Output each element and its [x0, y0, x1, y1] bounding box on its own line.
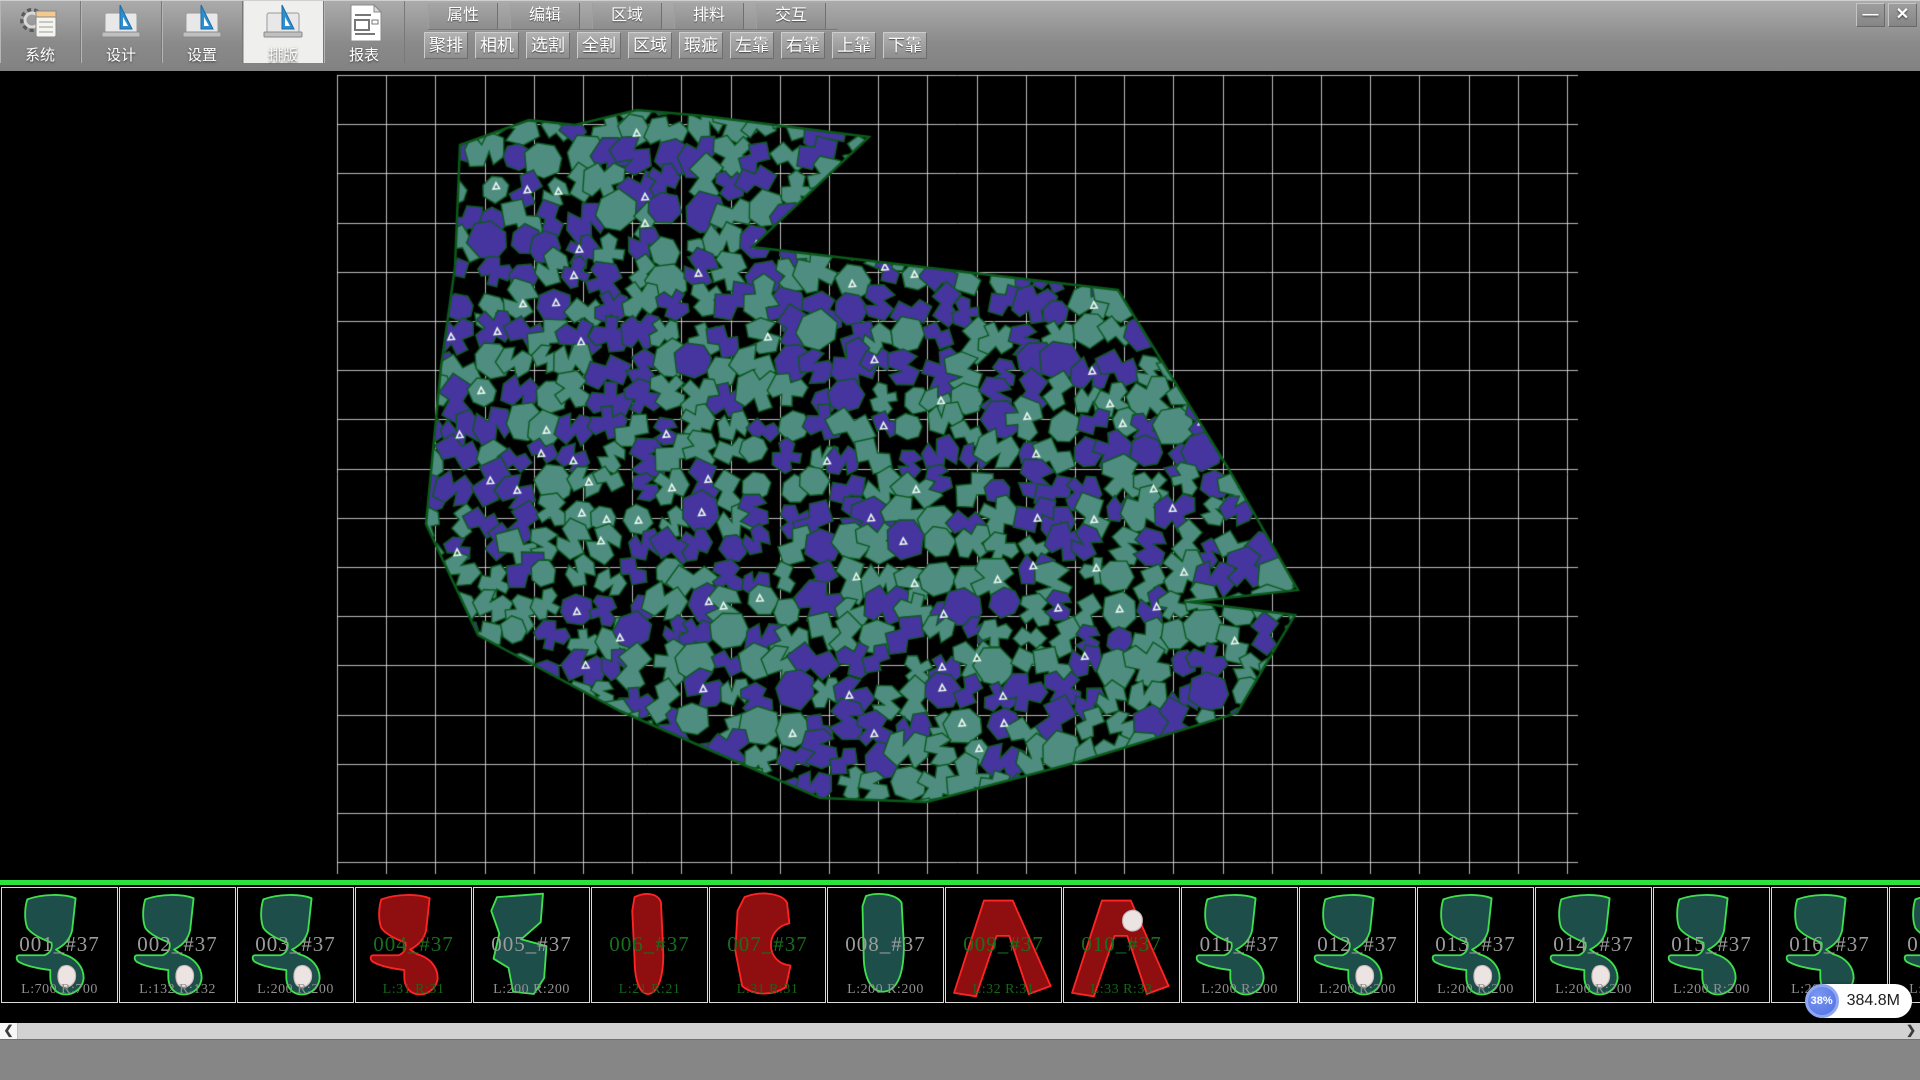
horizontal-scrollbar[interactable]: ❮ ❯ [0, 1023, 1920, 1039]
piece-lr-label: L:200 R:200 [1536, 982, 1651, 998]
piece-id-label: 012_#37 [1300, 932, 1415, 957]
piece-lr-label: L:31 R:31 [356, 982, 471, 998]
app-tab-bar: 系统 设计 设置 排版 报表 [0, 1, 405, 63]
tool-button-5[interactable]: 区域 [628, 32, 672, 59]
piece-thumbnail-3[interactable]: 003_#37 L:200 R:200 [237, 887, 354, 1003]
piece-id-label: 004_#37 [356, 932, 471, 957]
piece-thumbnail-6[interactable]: 006_#37 L:21 R:21 [591, 887, 708, 1003]
piece-id-label: 009_#37 [946, 932, 1061, 957]
piece-thumbnail-2[interactable]: 002_#37 L:132 R:132 [119, 887, 236, 1003]
piece-id-label: 001_#37 [2, 932, 117, 957]
piece-thumbnail-10[interactable]: 010_#37 L:33 R:33 [1063, 887, 1180, 1003]
piece-thumbnail-13[interactable]: 013_#37 L:200 R:200 [1417, 887, 1534, 1003]
piece-lr-label: L:200 R:200 [238, 982, 353, 998]
piece-lr-label: L:200 R:200 [1654, 982, 1769, 998]
piece-thumbnail-5[interactable]: 005_#37 L:200 R:200 [473, 887, 590, 1003]
piece-thumbnail-12[interactable]: 012_#37 L:200 R:200 [1299, 887, 1416, 1003]
tool-button-3[interactable]: 选割 [526, 32, 570, 59]
piece-thumbnail-7[interactable]: 007_#37 L:31 R:31 [709, 887, 826, 1003]
piece-lr-label: L:700 R:700 [2, 982, 117, 998]
app-tab-3[interactable]: 设置 [162, 1, 243, 63]
piece-lr-label: L:132 R:132 [120, 982, 235, 998]
piece-id-label: 016_#37 [1772, 932, 1887, 957]
app-tab-4[interactable]: 排版 [243, 1, 324, 63]
scroll-right-icon[interactable]: ❯ [1902, 1023, 1920, 1039]
piece-thumbnail-11[interactable]: 011_#37 L:200 R:200 [1181, 887, 1298, 1003]
piece-id-label: 011_#37 [1182, 932, 1297, 957]
app-tab-label: 系统 [25, 44, 55, 65]
menu-item-5[interactable]: 交互 [756, 3, 826, 29]
app-tab-label: 排版 [268, 44, 298, 65]
piece-id-label: 002_#37 [120, 932, 235, 957]
memory-status-pill: 38% 384.8M [1807, 984, 1912, 1018]
piece-thumbnail-strip: 001_#37 L:700 R:700 002_#37 L:132 R:132 … [0, 880, 1920, 1023]
piece-id-label: 015_#37 [1654, 932, 1769, 957]
piece-thumbnail-14[interactable]: 014_#37 L:200 R:200 [1535, 887, 1652, 1003]
tool-button-9[interactable]: 上靠 [832, 32, 876, 59]
minimize-button[interactable]: — [1856, 3, 1885, 27]
piece-lr-label: L:33 R:33 [1064, 982, 1179, 998]
menu-item-2[interactable]: 编辑 [510, 3, 580, 29]
tool-button-7[interactable]: 左靠 [730, 32, 774, 59]
app-tab-label: 报表 [349, 44, 379, 65]
piece-lr-label: L:32 R:31 [946, 982, 1061, 998]
app-tab-label: 设置 [187, 44, 217, 65]
memory-usage-label: 384.8M [1847, 992, 1900, 1010]
piece-lr-label: L:200 R:200 [1418, 982, 1533, 998]
ruler-laptop-icon [98, 3, 144, 43]
window-controls: — ✕ [1856, 3, 1917, 27]
gear-document-icon [17, 3, 63, 43]
piece-id-label: 005_#37 [474, 932, 589, 957]
piece-thumbnail-4[interactable]: 004_#37 L:31 R:31 [355, 887, 472, 1003]
app-tab-5[interactable]: 报表 [324, 1, 405, 63]
menu-item-4[interactable]: 排料 [674, 3, 744, 29]
ruler-laptop-icon [179, 3, 225, 43]
menu-bar: 属性编辑区域排料交互 [428, 3, 838, 30]
piece-thumbnail-15[interactable]: 015_#37 L:200 R:200 [1653, 887, 1770, 1003]
tool-button-2[interactable]: 相机 [475, 32, 519, 59]
progress-badge: 38% [1805, 984, 1839, 1018]
tool-button-4[interactable]: 全割 [577, 32, 621, 59]
piece-id-label: 010_#37 [1064, 932, 1179, 957]
app-tab-label: 设计 [106, 44, 136, 65]
piece-lr-label: L:200 R:200 [1300, 982, 1415, 998]
piece-lr-label: L:200 R:200 [828, 982, 943, 998]
piece-thumbnail-1[interactable]: 001_#37 L:700 R:700 [1, 887, 118, 1003]
piece-id-label: 007_#37 [710, 932, 825, 957]
menu-item-1[interactable]: 属性 [428, 3, 498, 29]
app-tab-1[interactable]: 系统 [0, 1, 81, 63]
close-button[interactable]: ✕ [1888, 3, 1917, 27]
report-document-icon [341, 3, 387, 43]
nesting-viewport[interactable] [0, 71, 1920, 880]
piece-id-label: 014_#37 [1536, 932, 1651, 957]
piece-lr-label: L:200 R:200 [474, 982, 589, 998]
ribbon-toolbar: 系统 设计 设置 排版 报表 属性编辑区域排料交互 聚排相机选割全割区域瑕疵左靠… [0, 0, 1920, 71]
app-tab-2[interactable]: 设计 [81, 1, 162, 63]
status-bar [0, 1039, 1920, 1080]
piece-id-label: 008_#37 [828, 932, 943, 957]
piece-thumbnail-8[interactable]: 008_#37 L:200 R:200 [827, 887, 944, 1003]
tool-button-8[interactable]: 右靠 [781, 32, 825, 59]
piece-lr-label: L:200 R:200 [1182, 982, 1297, 998]
tool-button-6[interactable]: 瑕疵 [679, 32, 723, 59]
piece-id-label: 003_#37 [238, 932, 353, 957]
tool-bar: 聚排相机选割全割区域瑕疵左靠右靠上靠下靠 [424, 32, 927, 60]
piece-lr-label: L:21 R:21 [592, 982, 707, 998]
piece-thumbnail-9[interactable]: 009_#37 L:32 R:31 [945, 887, 1062, 1003]
tool-button-10[interactable]: 下靠 [883, 32, 927, 59]
piece-lr-label: L:31 R:31 [710, 982, 825, 998]
piece-id-label: 013_#37 [1418, 932, 1533, 957]
tool-button-1[interactable]: 聚排 [424, 32, 468, 59]
nesting-canvas[interactable] [0, 71, 1920, 880]
piece-id-label: 006_#37 [592, 932, 707, 957]
menu-item-3[interactable]: 区域 [592, 3, 662, 29]
scroll-left-icon[interactable]: ❮ [0, 1023, 18, 1039]
ruler-laptop-icon [260, 3, 306, 43]
piece-id-label: 017_#37 [1890, 932, 1920, 957]
